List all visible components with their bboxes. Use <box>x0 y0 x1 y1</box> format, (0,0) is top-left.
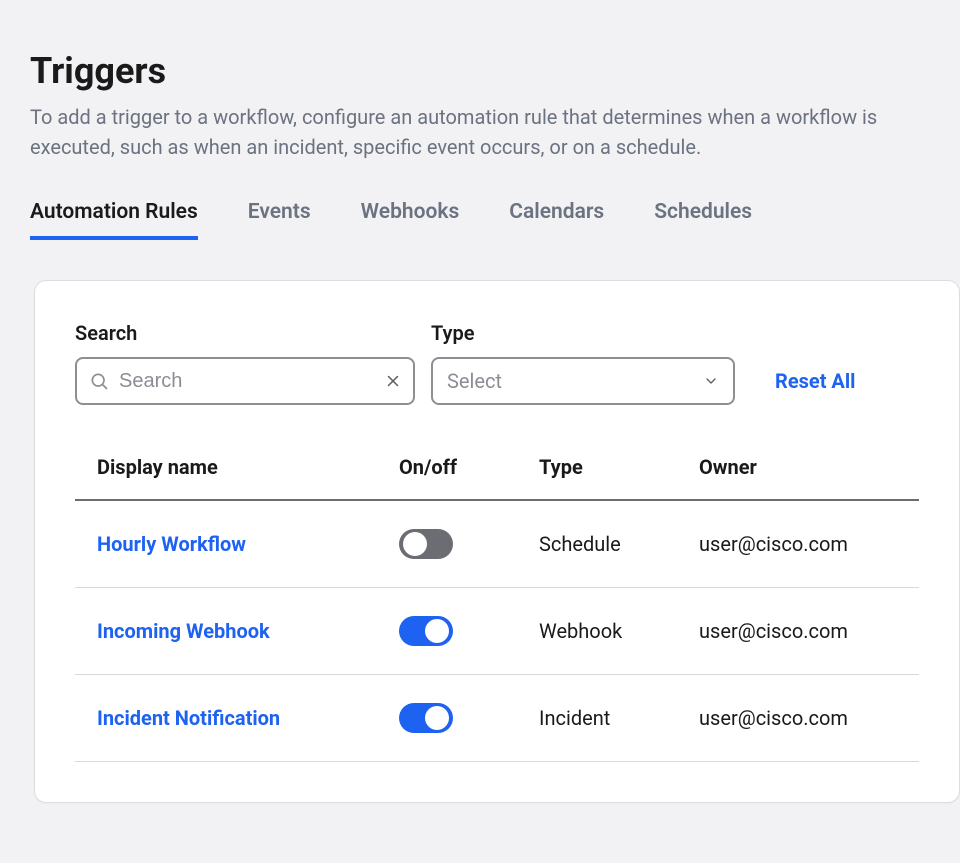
rules-panel: Search Type Select <box>34 280 960 803</box>
search-input-wrap <box>75 357 415 405</box>
rule-type: Schedule <box>539 532 621 556</box>
col-on-off: On/off <box>399 455 539 500</box>
rule-type: Webhook <box>539 619 622 643</box>
page-title: Triggers <box>30 50 960 92</box>
type-select-value: Select <box>447 369 502 393</box>
col-display-name: Display name <box>75 455 399 500</box>
rule-owner: user@cisco.com <box>699 619 848 643</box>
rule-name-link[interactable]: Incoming Webhook <box>97 619 270 643</box>
table-row: Hourly Workflow Schedule user@cisco.com <box>75 500 919 588</box>
col-type: Type <box>539 455 699 500</box>
search-input[interactable] <box>119 370 384 393</box>
col-owner: Owner <box>699 455 919 500</box>
chevron-down-icon <box>703 373 719 389</box>
rule-toggle[interactable] <box>399 529 453 559</box>
search-label: Search <box>75 321 415 345</box>
clear-search-button[interactable] <box>384 372 402 390</box>
rules-table: Display name On/off Type Owner Hourly Wo… <box>75 455 919 762</box>
filters-row: Search Type Select <box>75 321 919 405</box>
tab-webhooks[interactable]: Webhooks <box>361 200 460 240</box>
tabs: Automation Rules Events Webhooks Calenda… <box>30 200 960 240</box>
table-row: Incident Notification Incident user@cisc… <box>75 675 919 762</box>
tab-calendars[interactable]: Calendars <box>509 200 604 240</box>
tab-events[interactable]: Events <box>248 200 311 240</box>
reset-all-button[interactable]: Reset All <box>775 369 855 405</box>
rule-name-link[interactable]: Incident Notification <box>97 706 280 730</box>
rule-toggle[interactable] <box>399 703 453 733</box>
page-description: To add a trigger to a workflow, configur… <box>30 102 930 162</box>
type-label: Type <box>431 321 735 345</box>
tab-automation-rules[interactable]: Automation Rules <box>30 200 198 240</box>
rule-owner: user@cisco.com <box>699 532 848 556</box>
rule-name-link[interactable]: Hourly Workflow <box>97 532 246 556</box>
type-select[interactable]: Select <box>431 357 735 405</box>
table-row: Incoming Webhook Webhook user@cisco.com <box>75 588 919 675</box>
search-icon <box>89 371 109 391</box>
rule-owner: user@cisco.com <box>699 706 848 730</box>
rule-toggle[interactable] <box>399 616 453 646</box>
rule-type: Incident <box>539 706 610 730</box>
tab-schedules[interactable]: Schedules <box>654 200 752 240</box>
